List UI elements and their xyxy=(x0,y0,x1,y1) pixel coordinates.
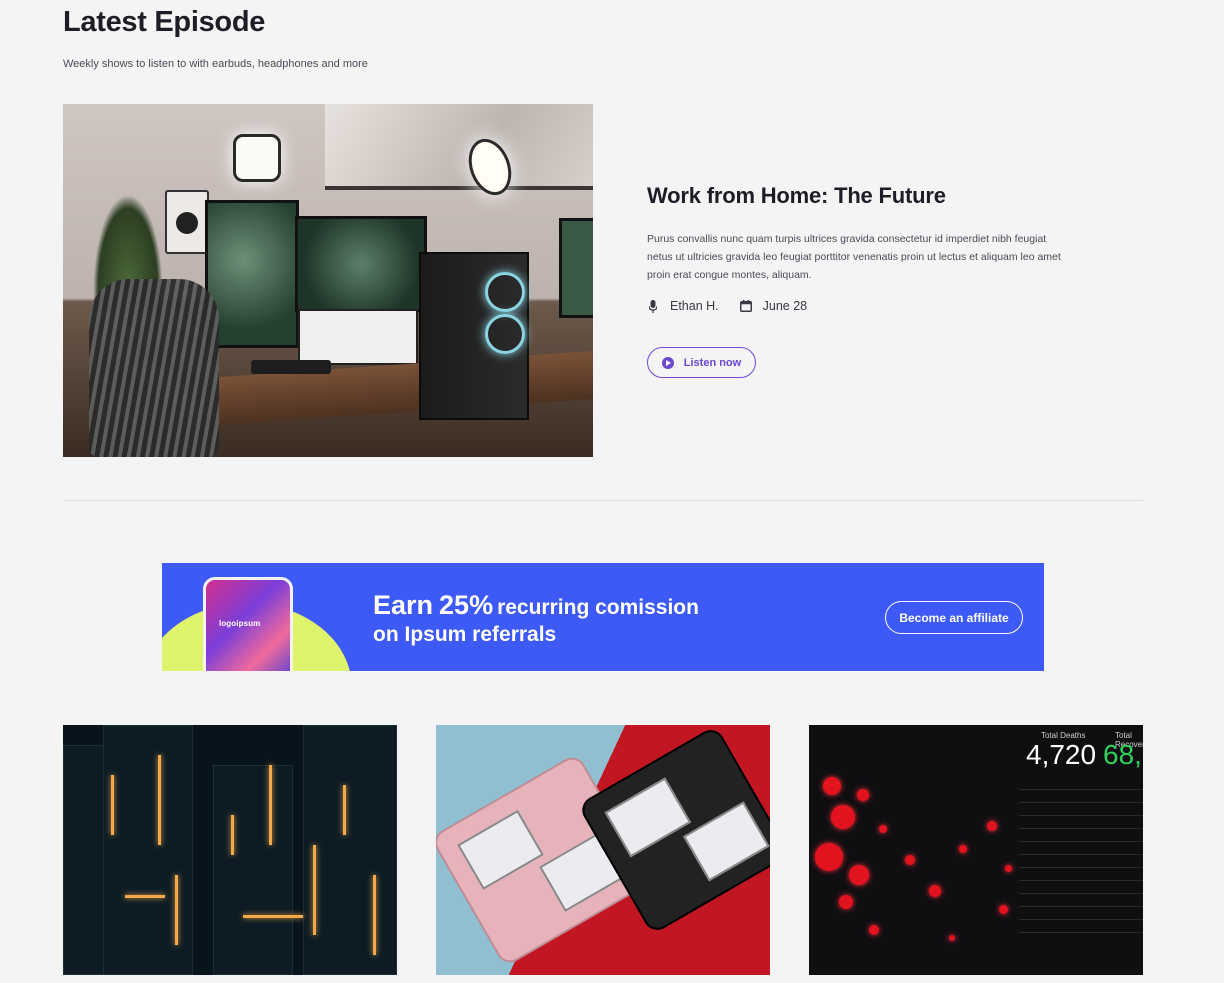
page-subtitle: Weekly shows to listen to with earbuds, … xyxy=(63,58,368,70)
ad-headline-line2: on Ipsum referrals xyxy=(373,623,557,646)
featured-episode-image[interactable] xyxy=(63,104,593,457)
episode-card-image-consoles[interactable] xyxy=(436,725,770,975)
listen-now-label: Listen now xyxy=(683,356,742,369)
episode-card-image-dashboard[interactable]: Total Deaths Total Recovered 4,720 68,3 xyxy=(809,725,1143,975)
dashboard-recovered-value: 68,3 xyxy=(1103,739,1143,770)
episode-title[interactable]: Work from Home: The Future xyxy=(647,183,946,209)
page-title: Latest Episode xyxy=(63,6,266,38)
episode-author: Ethan H. xyxy=(670,299,719,313)
section-divider xyxy=(63,500,1143,501)
episode-meta: Ethan H. June 28 xyxy=(647,297,807,315)
ad-headline-line1: Earn 25% recurring comission xyxy=(373,590,699,621)
listen-now-button[interactable]: Listen now xyxy=(647,347,756,378)
play-icon xyxy=(661,356,674,369)
episode-card-image-city[interactable] xyxy=(63,725,397,975)
episode-date: June 28 xyxy=(762,299,808,313)
affiliate-ad-banner[interactable]: logoipsum Earn 25% recurring comission o… xyxy=(162,563,1044,671)
logoipsum-logo: logoipsum xyxy=(219,619,261,628)
become-affiliate-button[interactable]: Become an affiliate xyxy=(885,601,1023,634)
dashboard-deaths-value: 4,720 xyxy=(1026,739,1097,770)
ad-line1-rest: recurring comission xyxy=(497,596,699,619)
ad-earn-text: Earn xyxy=(373,590,434,620)
calendar-icon xyxy=(739,299,752,313)
microphone-icon xyxy=(647,299,659,313)
ad-percent: 25% xyxy=(439,590,494,620)
episode-description: Purus convallis nunc quam turpis ultrice… xyxy=(647,233,1061,281)
